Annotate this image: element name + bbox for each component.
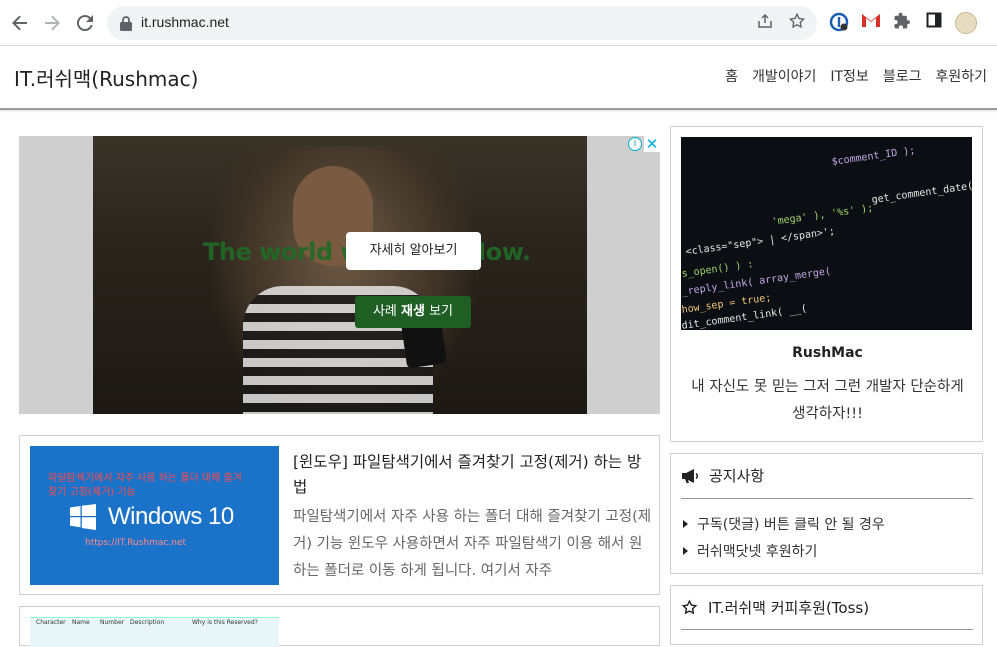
nav-dev-story[interactable]: 개발이야기	[752, 66, 816, 86]
notice-title: 공지사항	[709, 467, 765, 485]
toss-title[interactable]: IT.러쉬맥 커피후원(Toss)	[708, 597, 869, 618]
megaphone-icon	[682, 468, 699, 483]
advertisement-banner[interactable]: The world w ServiceNow. 자세히 알아보기 사례 재생 보…	[19, 136, 660, 414]
thumb-caption: 파일탐색기에서 자주 사용 하는 폴더 대해 즐겨찾기 고정(제거) 기능	[48, 473, 242, 498]
post-excerpt: 파일탐색기에서 자주 사용 하는 폴더 대해 즐겨찾기 고정(제거) 기능 윈도…	[293, 509, 652, 579]
notice-item[interactable]: 러쉬맥닷넷 후원하기	[683, 539, 885, 566]
extensions-puzzle-icon[interactable]	[891, 12, 913, 34]
browser-toolbar: it.rushmac.net	[0, 0, 997, 46]
back-icon[interactable]	[8, 11, 32, 35]
ad-photo: The world w ServiceNow. 자세히 알아보기 사례 재생 보…	[93, 136, 587, 414]
post-thumbnail[interactable]: 파일탐색기에서 자주 사용 하는 폴더 대해 즐겨찾기 고정(제거) 기능 Wi…	[30, 446, 279, 585]
profile-widget: <class="sep"> | </span>'; s_open() ) : _…	[670, 126, 983, 442]
side-panel-icon[interactable]	[923, 12, 945, 34]
site-header: IT.러쉬맥(Rushmac) 홈 개발이야기 IT정보 블로그 후원하기	[0, 46, 997, 110]
thumb-brand: Windows 10	[108, 503, 234, 530]
address-bar[interactable]: it.rushmac.net	[107, 6, 817, 40]
extension-1password-icon[interactable]	[828, 12, 850, 34]
ad-watch-case-button[interactable]: 사례 재생 보기	[355, 296, 471, 328]
profile-cover-image: <class="sep"> | </span>'; s_open() ) : _…	[681, 137, 972, 330]
toss-widget: IT.러쉬맥 커피후원(Toss)	[670, 585, 983, 645]
ad-info-icon[interactable]: i	[628, 137, 642, 151]
url-text: it.rushmac.net	[141, 14, 229, 30]
bookmark-star-icon[interactable]	[786, 12, 808, 34]
nav-blog[interactable]: 블로그	[883, 66, 922, 86]
lock-icon	[120, 16, 132, 31]
share-icon[interactable]	[754, 12, 776, 34]
post-card[interactable]: 파일탐색기에서 자주 사용 하는 폴더 대해 즐겨찾기 고정(제거) 기능 Wi…	[19, 435, 660, 595]
gmail-icon[interactable]	[860, 12, 882, 34]
post-title[interactable]: [윈도우] 파일탐색기에서 즐겨찾기 고정(제거) 하는 방법	[293, 450, 651, 500]
notice-header: 공지사항	[681, 465, 764, 486]
nav-it-info[interactable]: IT정보	[830, 66, 868, 86]
profile-description: 내 자신도 못 믿는 그저 그런 개발자 단순하게 생각하자!!!	[691, 379, 964, 422]
nav-home[interactable]: 홈	[725, 66, 738, 86]
divider	[681, 629, 973, 630]
divider	[681, 498, 973, 499]
profile-avatar[interactable]	[955, 12, 977, 34]
toss-header: IT.러쉬맥 커피후원(Toss)	[681, 597, 869, 618]
nav-sponsor[interactable]: 후원하기	[935, 66, 987, 86]
ad-close-icon[interactable]: ✕	[644, 136, 660, 152]
site-title[interactable]: IT.러쉬맥(Rushmac)	[14, 63, 198, 92]
windows-logo-icon	[70, 504, 96, 530]
post-card[interactable]: Character Name Number Description Why is…	[19, 606, 660, 647]
notice-item[interactable]: 구독(댓글) 버튼 클릭 안 될 경우	[683, 512, 885, 539]
ad-learn-more-button[interactable]: 자세히 알아보기	[346, 232, 481, 270]
star-icon	[681, 599, 698, 615]
reload-icon[interactable]	[73, 11, 97, 35]
profile-name: RushMac	[792, 345, 863, 361]
forward-icon[interactable]	[40, 11, 64, 35]
post-thumbnail[interactable]: Character Name Number Description Why is…	[30, 617, 279, 647]
site-nav: 홈 개발이야기 IT정보 블로그 후원하기	[725, 66, 987, 86]
thumb-url: https://IT.Rushmac.net	[85, 538, 187, 548]
notice-list: 구독(댓글) 버튼 클릭 안 될 경우 러쉬맥닷넷 후원하기	[683, 512, 885, 566]
notice-widget: 공지사항 구독(댓글) 버튼 클릭 안 될 경우 러쉬맥닷넷 후원하기	[670, 453, 983, 574]
